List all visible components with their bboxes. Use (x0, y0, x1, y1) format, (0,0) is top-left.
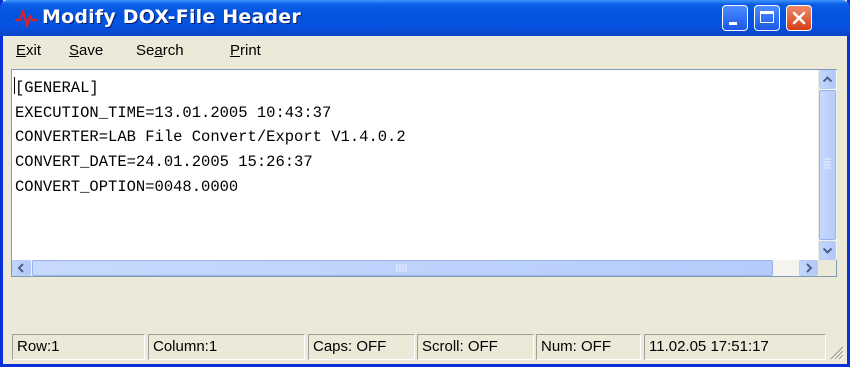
arrow-right-icon (806, 263, 813, 273)
vertical-scrollbar[interactable] (818, 70, 837, 260)
menu-bar: Exit Save Search Print (3, 36, 847, 66)
arrow-down-icon (822, 247, 833, 254)
status-num: Num: OFF (536, 334, 641, 360)
status-caps: Caps: OFF (308, 334, 415, 360)
horizontal-scrollbar[interactable] (12, 260, 818, 276)
status-row: Row:1 (12, 334, 145, 360)
status-column: Column:1 (148, 334, 305, 360)
waveform-icon (15, 9, 37, 28)
window-title: Modify DOX-File Header (42, 6, 301, 28)
menu-save[interactable]: Save (69, 42, 103, 59)
arrow-up-icon (822, 76, 833, 83)
text-line: CONVERT_OPTION=0048.0000 (15, 177, 239, 196)
status-bar: Row:1 Column:1 Caps: OFF Scroll: OFF Num… (3, 329, 847, 364)
menu-search[interactable]: Search (136, 42, 184, 59)
close-icon (792, 11, 806, 25)
status-scroll: Scroll: OFF (417, 334, 534, 360)
resize-grip-icon[interactable] (827, 341, 845, 361)
text-line: [GENERAL] (15, 79, 99, 97)
menu-print[interactable]: Print (230, 42, 261, 59)
scroll-up-button[interactable] (819, 70, 836, 89)
text-editor[interactable]: [GENERAL] EXECUTION_TIME=13.01.2005 10:4… (11, 69, 837, 277)
text-line: CONVERT_DATE=24.01.2005 15:26:37 (15, 153, 313, 172)
maximize-button[interactable] (754, 5, 780, 31)
scrollbar-corner (818, 260, 836, 276)
minimize-button[interactable] (722, 5, 748, 31)
scroll-down-button[interactable] (819, 241, 836, 260)
horizontal-scroll-thumb[interactable] (32, 260, 773, 276)
scroll-right-button[interactable] (799, 260, 818, 276)
title-bar[interactable]: Modify DOX-File Header (0, 0, 850, 36)
text-line: CONVERTER=LAB File Convert/Export V1.4.0… (15, 128, 406, 147)
text-content[interactable]: [GENERAL] EXECUTION_TIME=13.01.2005 10:4… (15, 76, 811, 256)
arrow-left-icon (17, 263, 24, 273)
app-window: Modify DOX-File Header Exit Save Search … (0, 0, 850, 367)
scroll-left-button[interactable] (12, 260, 31, 276)
menu-exit[interactable]: Exit (16, 42, 41, 59)
vertical-scroll-thumb[interactable] (819, 90, 836, 240)
text-caret (14, 77, 15, 94)
close-button[interactable] (786, 5, 812, 31)
grip-lines-icon (824, 158, 831, 169)
status-datetime: 11.02.05 17:51:17 (644, 334, 826, 360)
text-line: EXECUTION_TIME=13.01.2005 10:43:37 (15, 103, 332, 122)
grip-lines-icon (396, 264, 407, 272)
